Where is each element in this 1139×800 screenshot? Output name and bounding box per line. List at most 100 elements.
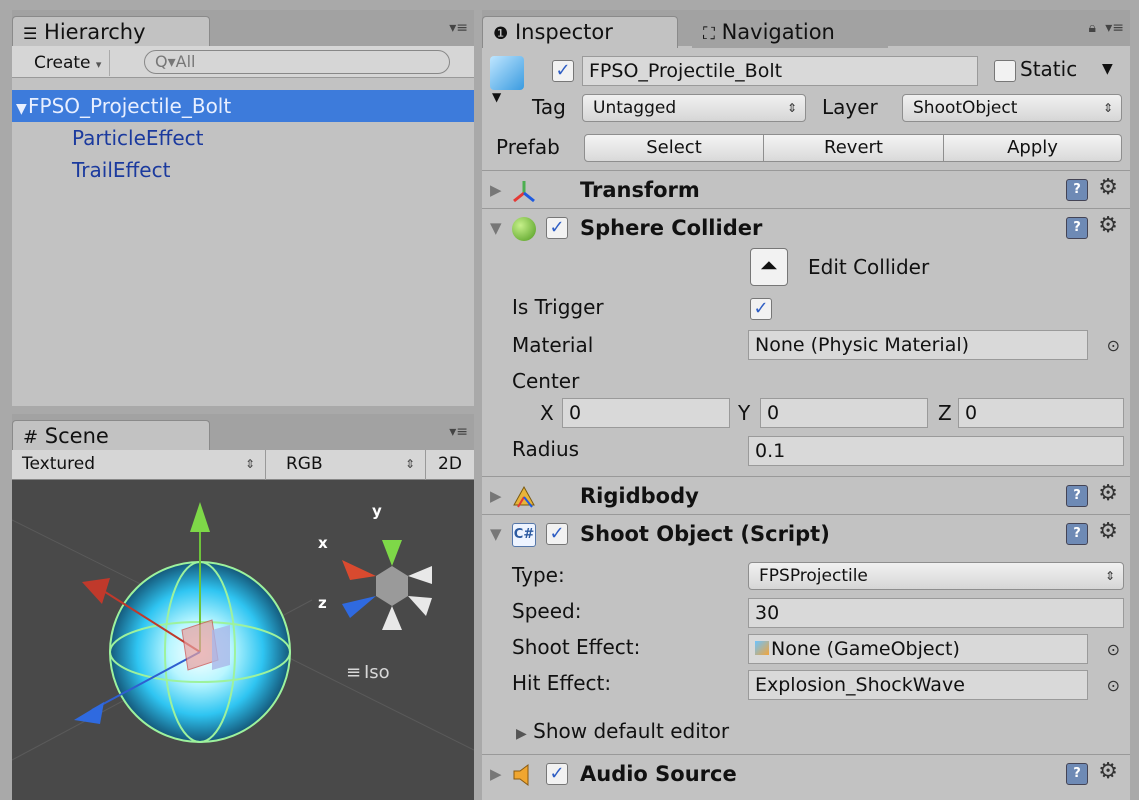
center-x-field[interactable]: 0 bbox=[562, 398, 730, 428]
tree-item-root[interactable]: ▼FPSO_Projectile_Bolt bbox=[12, 90, 474, 122]
z-axis-arrow[interactable] bbox=[74, 702, 104, 724]
type-label: Type: bbox=[512, 563, 565, 587]
x-axis-arrow[interactable] bbox=[82, 578, 110, 604]
fold-right-icon[interactable]: ▶ bbox=[490, 487, 502, 505]
object-picker-icon[interactable]: ⊙ bbox=[1107, 640, 1120, 659]
tree-item-child[interactable]: ParticleEffect bbox=[12, 122, 474, 154]
shoot-object-enabled-checkbox[interactable]: ✓ bbox=[546, 523, 568, 545]
rigidbody-icon bbox=[513, 485, 535, 508]
prefab-select-label: Select bbox=[646, 137, 702, 158]
hit-effect-field[interactable]: Explosion_ShockWave bbox=[748, 670, 1088, 700]
center-label: Center bbox=[512, 369, 580, 393]
panel-menu-icon[interactable]: ▾≡ bbox=[449, 424, 468, 440]
gear-icon[interactable]: ⚙ bbox=[1098, 213, 1118, 238]
gear-icon[interactable]: ⚙ bbox=[1098, 481, 1118, 506]
tab-navigation[interactable]: ⛶ Navigation bbox=[692, 16, 888, 48]
tree-item-label: FPSO_Projectile_Bolt bbox=[28, 94, 232, 118]
expand-arrow-icon[interactable]: ▼ bbox=[12, 93, 28, 125]
panel-menu-icon[interactable]: ▾≡ bbox=[1105, 20, 1124, 36]
shoot-effect-value: None (GameObject) bbox=[771, 638, 960, 660]
hit-effect-value: Explosion_ShockWave bbox=[755, 674, 965, 696]
object-picker-icon[interactable]: ⊙ bbox=[1107, 676, 1120, 695]
tab-inspector[interactable]: ❶ Inspector bbox=[482, 16, 678, 48]
show-default-editor-toggle[interactable]: ▶ Show default editor bbox=[516, 716, 729, 749]
tab-hierarchy[interactable]: ☰ Hierarchy bbox=[12, 16, 210, 48]
audio-source-header[interactable]: ▶ ✓ Audio Source ? ⚙ bbox=[482, 754, 1130, 792]
static-checkbox[interactable] bbox=[994, 60, 1016, 82]
layer-dropdown[interactable]: ShootObject ⇕ bbox=[902, 94, 1122, 122]
rigidbody-header[interactable]: ▶ Rigidbody ? ⚙ bbox=[482, 476, 1130, 514]
speaker-icon bbox=[513, 764, 529, 786]
type-dropdown[interactable]: FPSProjectile ⇕ bbox=[748, 562, 1124, 590]
inspector-body: ▼ ✓ FPSO_Projectile_Bolt Static ▼ Tag Un… bbox=[482, 46, 1130, 800]
prefab-select-button[interactable]: Select bbox=[584, 134, 764, 162]
draw-mode-dropdown[interactable]: Textured ⇕ bbox=[12, 450, 266, 480]
hierarchy-tree: ▼FPSO_Projectile_Bolt ParticleEffect Tra… bbox=[12, 90, 474, 186]
toggle-2d-label: 2D bbox=[438, 454, 462, 474]
tag-dropdown[interactable]: Untagged ⇕ bbox=[582, 94, 806, 122]
is-trigger-label: Is Trigger bbox=[512, 295, 604, 319]
fold-down-icon[interactable]: ▼ bbox=[490, 525, 502, 543]
radius-field[interactable]: 0.1 bbox=[748, 436, 1124, 466]
hit-effect-label: Hit Effect: bbox=[512, 671, 612, 695]
edit-collider-button[interactable]: ⏶ bbox=[750, 248, 788, 286]
center-z-field[interactable]: 0 bbox=[958, 398, 1124, 428]
chevron-down-icon[interactable]: ▼ bbox=[492, 90, 501, 104]
sphere-collider-header[interactable]: ▼ ✓ Sphere Collider ? ⚙ bbox=[482, 208, 1130, 246]
lock-icon[interactable]: 🔒︎ bbox=[1089, 20, 1096, 36]
gizmo-y-label: y bbox=[372, 502, 382, 520]
tab-scene[interactable]: # Scene bbox=[12, 420, 210, 452]
gameobject-cube-icon bbox=[490, 56, 524, 90]
fold-right-icon: ▶ bbox=[516, 726, 527, 742]
prefab-apply-button[interactable]: Apply bbox=[944, 134, 1122, 162]
tab-hierarchy-label: Hierarchy bbox=[44, 20, 146, 44]
speed-field[interactable]: 30 bbox=[748, 598, 1124, 628]
sphere-collider-enabled-checkbox[interactable]: ✓ bbox=[546, 217, 568, 239]
active-checkbox[interactable]: ✓ bbox=[552, 60, 574, 82]
render-mode-label: RGB bbox=[286, 454, 323, 474]
shoot-effect-field[interactable]: None (GameObject) bbox=[748, 634, 1088, 664]
projection-label[interactable]: Iso bbox=[364, 662, 390, 683]
scene-viewport[interactable]: y x z ≡ Iso bbox=[12, 480, 474, 800]
object-name-value: FPSO_Projectile_Bolt bbox=[589, 60, 783, 82]
object-name-field[interactable]: FPSO_Projectile_Bolt bbox=[582, 56, 978, 86]
help-book-icon[interactable]: ? bbox=[1066, 523, 1088, 545]
toggle-2d-button[interactable]: 2D bbox=[426, 450, 474, 480]
prefab-revert-button[interactable]: Revert bbox=[764, 134, 944, 162]
panel-menu-icon[interactable]: ▾≡ bbox=[449, 20, 468, 36]
center-z-label: Z bbox=[938, 401, 952, 425]
prefab-label: Prefab bbox=[496, 135, 560, 159]
create-label: Create bbox=[34, 53, 91, 73]
static-label: Static bbox=[1020, 57, 1078, 81]
help-book-icon[interactable]: ? bbox=[1066, 763, 1088, 785]
fold-right-icon[interactable]: ▶ bbox=[490, 765, 502, 783]
fold-down-icon[interactable]: ▼ bbox=[490, 219, 502, 237]
transform-header[interactable]: ▶ Transform ? ⚙ bbox=[482, 170, 1130, 208]
tree-item-child[interactable]: TrailEffect bbox=[12, 154, 474, 186]
material-field[interactable]: None (Physic Material) bbox=[748, 330, 1088, 360]
gear-icon[interactable]: ⚙ bbox=[1098, 759, 1118, 784]
shoot-object-title: Shoot Object (Script) bbox=[580, 522, 830, 546]
gear-icon[interactable]: ⚙ bbox=[1098, 519, 1118, 544]
updown-arrow-icon: ⇕ bbox=[1104, 569, 1115, 583]
is-trigger-checkbox[interactable]: ✓ bbox=[750, 298, 772, 320]
static-dropdown-arrow-icon[interactable]: ▼ bbox=[1102, 54, 1113, 84]
type-value: FPSProjectile bbox=[759, 566, 868, 586]
edit-collider-icon: ⏶ bbox=[760, 254, 778, 279]
render-mode-dropdown[interactable]: RGB ⇕ bbox=[276, 450, 426, 480]
create-button[interactable]: Create ▾ bbox=[26, 50, 111, 76]
center-y-value: 0 bbox=[767, 402, 780, 424]
search-input[interactable]: Q▾All bbox=[144, 50, 450, 74]
y-axis-arrow[interactable] bbox=[190, 502, 210, 532]
help-book-icon[interactable]: ? bbox=[1066, 485, 1088, 507]
help-book-icon[interactable]: ? bbox=[1066, 179, 1088, 201]
center-y-field[interactable]: 0 bbox=[760, 398, 928, 428]
gear-icon[interactable]: ⚙ bbox=[1098, 175, 1118, 200]
orientation-gizmo-cube[interactable] bbox=[376, 566, 408, 606]
object-picker-icon[interactable]: ⊙ bbox=[1107, 336, 1120, 355]
audio-source-enabled-checkbox[interactable]: ✓ bbox=[546, 763, 568, 785]
info-icon: ❶ bbox=[493, 24, 509, 44]
help-book-icon[interactable]: ? bbox=[1066, 217, 1088, 239]
shoot-object-header[interactable]: ▼ C# ✓ Shoot Object (Script) ? ⚙ bbox=[482, 514, 1130, 552]
fold-right-icon[interactable]: ▶ bbox=[490, 181, 502, 199]
